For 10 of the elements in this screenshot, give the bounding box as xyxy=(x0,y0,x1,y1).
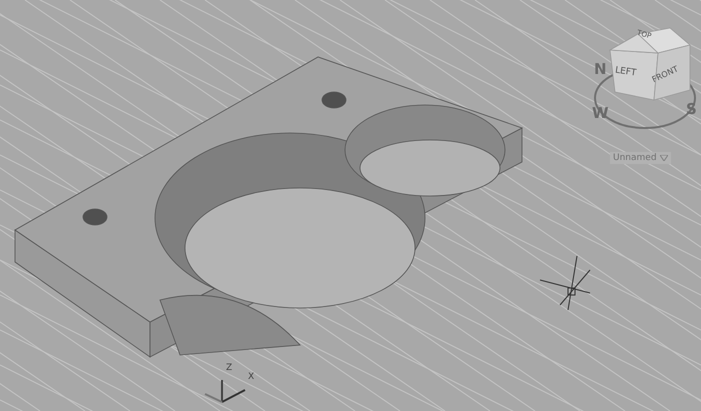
compass-direction-label[interactable]: N xyxy=(594,60,607,78)
crosshair-cursor-icon xyxy=(540,256,590,310)
axis-label: Z xyxy=(226,363,232,373)
viewcube-face-label[interactable]: LEFT xyxy=(614,66,637,78)
view-menu-dropdown[interactable]: Unnamed xyxy=(610,152,671,164)
compass-direction-label[interactable]: S xyxy=(686,100,697,118)
ucs-axes-icon xyxy=(204,380,246,403)
axis-label: X xyxy=(248,372,254,382)
compass-direction-label[interactable]: W xyxy=(592,104,609,122)
caret-icon xyxy=(660,155,668,161)
